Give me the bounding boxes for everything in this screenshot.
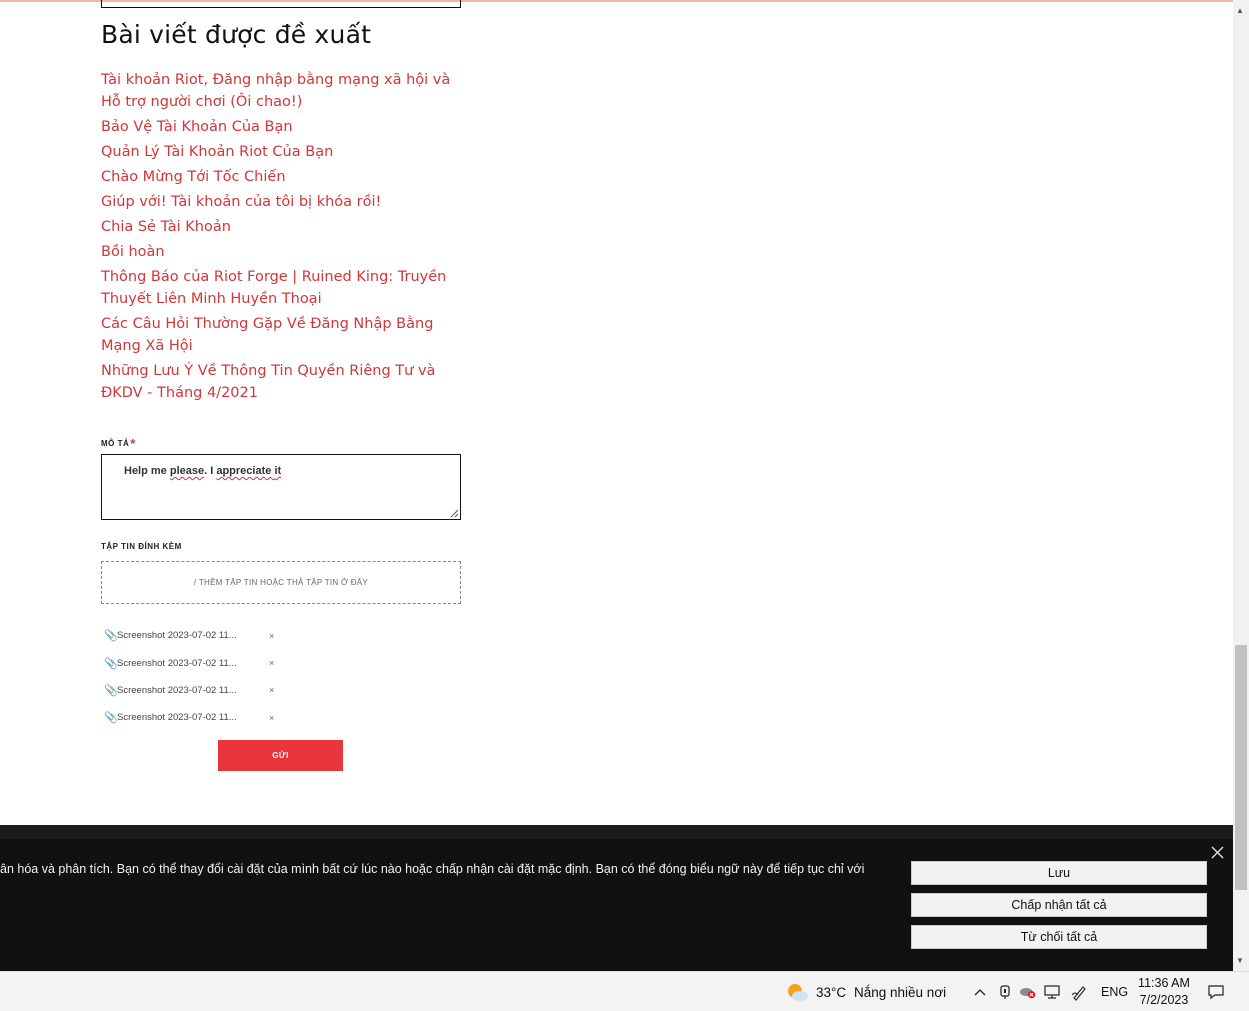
paperclip-icon: 📎: [104, 684, 118, 697]
list-item: Bảo Vệ Tài Khoản Của Bạn: [101, 116, 463, 138]
article-link[interactable]: Tài khoản Riot, Đăng nhập bằng mạng xã h…: [101, 69, 463, 113]
file-dropzone[interactable]: / THÊM TẬP TIN HOẶC THẢ TẬP TIN Ở ĐÂY: [101, 561, 461, 604]
system-clock[interactable]: 11:36 AM 7/2/2023: [1133, 975, 1195, 1009]
banner-top-strip: [0, 825, 1233, 839]
file-name: Screenshot 2023-07-02 11...: [117, 657, 237, 669]
description-value: Help me please. I appreciate it: [124, 465, 281, 477]
required-asterisk: *: [130, 436, 136, 451]
paperclip-icon: 📎: [104, 712, 118, 725]
list-item: 📎 Screenshot 2023-07-02 11... ×: [104, 704, 274, 731]
list-item: Những Lưu Ý Về Thông Tin Quyền Riêng Tư …: [101, 360, 463, 404]
clock-date: 7/2/2023: [1139, 993, 1189, 1007]
article-link[interactable]: Chia Sẻ Tài Khoản: [101, 216, 463, 238]
scroll-down-icon[interactable]: ▼: [1236, 956, 1244, 965]
scroll-up-icon[interactable]: ▲: [1236, 6, 1244, 15]
list-item: Chia Sẻ Tài Khoản: [101, 216, 463, 238]
article-link[interactable]: Giúp với! Tài khoản của tôi bị khóa rồi!: [101, 191, 463, 213]
weather-partly-sunny-icon[interactable]: [785, 972, 809, 1011]
article-link[interactable]: Các Câu Hỏi Thường Gặp Về Đăng Nhập Bằng…: [101, 313, 463, 357]
file-name: Screenshot 2023-07-02 11...: [117, 712, 237, 724]
description-text-segment: . I: [204, 465, 217, 477]
description-label: MÔ TẢ*: [101, 434, 136, 451]
cookie-banner-text: ân hóa và phân tích. Bạn có thể thay đổi…: [0, 862, 865, 876]
article-link[interactable]: Bảo Vệ Tài Khoản Của Bạn: [101, 116, 463, 138]
remove-file-button[interactable]: ×: [269, 631, 274, 641]
resize-handle-icon[interactable]: [450, 509, 459, 518]
previous-box-edge: [101, 0, 461, 8]
article-link[interactable]: Bồi hoàn: [101, 241, 463, 263]
description-textarea[interactable]: Help me please. I appreciate it: [101, 454, 461, 520]
cookie-banner: ân hóa và phân tích. Bạn có thể thay đổi…: [0, 839, 1233, 971]
dropzone-text: / THÊM TẬP TIN HOẶC THẢ TẬP TIN Ở ĐÂY: [193, 578, 369, 587]
temperature[interactable]: 33°C: [816, 972, 846, 1011]
list-item: Bồi hoàn: [101, 241, 463, 263]
description-label-text: MÔ TẢ: [101, 439, 130, 448]
chevron-up-icon[interactable]: [971, 972, 989, 1011]
remove-file-button[interactable]: ×: [269, 658, 274, 668]
submit-button[interactable]: GỬI: [218, 740, 343, 771]
pen-icon[interactable]: [1071, 972, 1089, 1011]
language-indicator[interactable]: ENG: [1101, 972, 1128, 1011]
attached-files-list: 📎 Screenshot 2023-07-02 11... × 📎 Screen…: [104, 622, 274, 732]
remove-file-button[interactable]: ×: [269, 685, 274, 695]
misspelled-word: it: [274, 465, 282, 477]
file-name: Screenshot 2023-07-02 11...: [117, 684, 237, 696]
remove-file-button[interactable]: ×: [269, 713, 274, 723]
list-item: Tài khoản Riot, Đăng nhập bằng mạng xã h…: [101, 69, 463, 113]
close-icon[interactable]: [1211, 846, 1224, 859]
meet-now-icon[interactable]: [996, 972, 1014, 1011]
article-link[interactable]: Thông Báo của Riot Forge | Ruined King: …: [101, 266, 463, 310]
onedrive-error-icon[interactable]: [1019, 972, 1037, 1011]
article-link[interactable]: Chào Mừng Tới Tốc Chiến: [101, 166, 463, 188]
list-item: 📎 Screenshot 2023-07-02 11... ×: [104, 649, 274, 676]
network-icon[interactable]: [1043, 972, 1061, 1011]
list-item: Quản Lý Tài Khoản Riot Của Bạn: [101, 141, 463, 163]
description-text-segment: Help me: [124, 465, 170, 477]
attachments-label: TẬP TIN ĐÍNH KÈM: [101, 542, 182, 551]
accept-all-button[interactable]: Chấp nhận tất cả: [911, 893, 1207, 917]
paperclip-icon: 📎: [104, 630, 118, 643]
suggested-articles-list: Tài khoản Riot, Đăng nhập bằng mạng xã h…: [101, 69, 463, 407]
clock-time: 11:36 AM: [1138, 976, 1190, 990]
misspelled-word: appreciate: [216, 465, 272, 477]
article-link[interactable]: Những Lưu Ý Về Thông Tin Quyền Riêng Tư …: [101, 360, 463, 404]
list-item: 📎 Screenshot 2023-07-02 11... ×: [104, 677, 274, 704]
weather-description[interactable]: Nắng nhiều nơi: [854, 972, 946, 1011]
misspelled-word: please: [169, 465, 205, 477]
list-item: 📎 Screenshot 2023-07-02 11... ×: [104, 622, 274, 649]
windows-taskbar: 33°C Nắng nhiều nơi ENG 11:36 AM 7/2/202…: [0, 971, 1249, 1011]
article-link[interactable]: Quản Lý Tài Khoản Riot Của Bạn: [101, 141, 463, 163]
reject-all-button[interactable]: Từ chối tất cả: [911, 925, 1207, 949]
list-item: Thông Báo của Riot Forge | Ruined King: …: [101, 266, 463, 310]
suggested-articles-title: Bài viết được đề xuất: [101, 20, 372, 49]
scrollbar-thumb[interactable]: [1235, 645, 1247, 890]
list-item: Chào Mừng Tới Tốc Chiến: [101, 166, 463, 188]
list-item: Giúp với! Tài khoản của tôi bị khóa rồi!: [101, 191, 463, 213]
notification-icon[interactable]: [1207, 972, 1227, 1011]
file-name: Screenshot 2023-07-02 11...: [117, 630, 237, 642]
list-item: Các Câu Hỏi Thường Gặp Về Đăng Nhập Bằng…: [101, 313, 463, 357]
paperclip-icon: 📎: [104, 657, 118, 670]
save-button[interactable]: Lưu: [911, 861, 1207, 885]
